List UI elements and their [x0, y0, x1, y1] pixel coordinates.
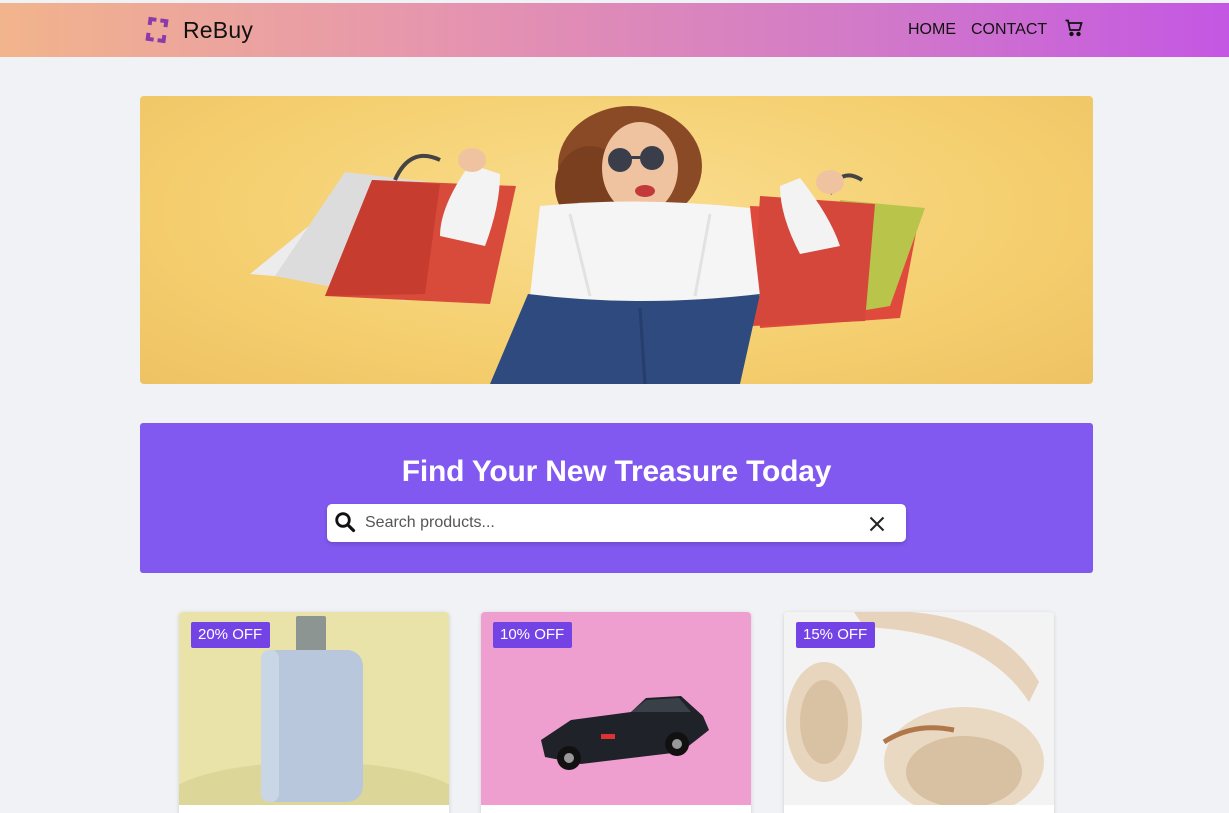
- navbar: ReBuy HOME CONTACT: [0, 3, 1229, 57]
- search-title: Find Your New Treasure Today: [401, 455, 832, 488]
- cart-icon: [1065, 19, 1083, 37]
- search-box[interactable]: [327, 504, 906, 542]
- product-card[interactable]: 20% OFF: [179, 612, 449, 813]
- search-panel: Find Your New Treasure Today: [140, 423, 1093, 573]
- hero-image: [250, 106, 925, 384]
- search-input[interactable]: [365, 504, 855, 542]
- search-icon: [335, 512, 356, 533]
- nav-contact-link[interactable]: CONTACT: [971, 21, 1047, 39]
- rebuy-logo-icon: [145, 16, 169, 44]
- hero-banner: [140, 96, 1093, 384]
- brand-logo-link[interactable]: ReBuy: [141, 14, 253, 46]
- brand-name: ReBuy: [183, 16, 254, 43]
- cart-button[interactable]: [1064, 18, 1084, 38]
- product-card[interactable]: 15% OFF: [784, 612, 1054, 813]
- discount-badge: 10% OFF: [493, 622, 573, 648]
- discount-badge: 20% OFF: [191, 622, 271, 648]
- nav-links: HOME CONTACT: [908, 3, 1084, 57]
- close-icon[interactable]: [868, 515, 886, 533]
- nav-home-link[interactable]: HOME: [908, 21, 956, 39]
- product-card[interactable]: 10% OFF: [481, 612, 751, 813]
- discount-badge: 15% OFF: [796, 622, 876, 648]
